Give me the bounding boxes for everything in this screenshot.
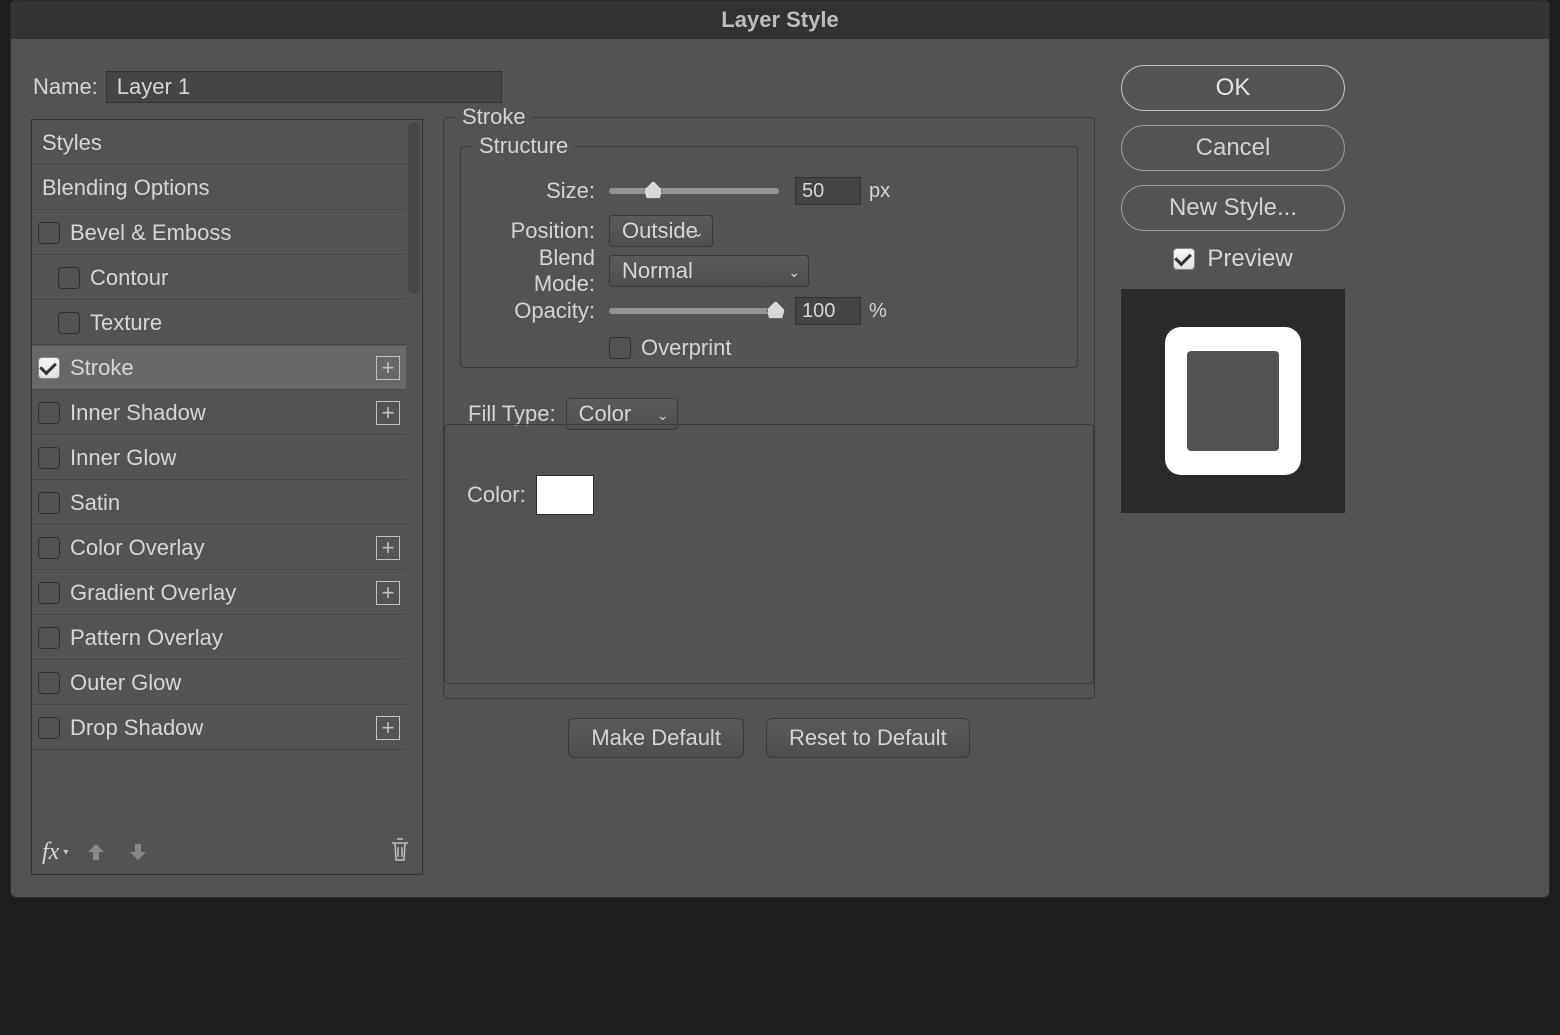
effect-label: Inner Glow bbox=[70, 445, 176, 471]
sidebar-item-contour[interactable]: Contour bbox=[32, 255, 406, 300]
overprint-label: Overprint bbox=[641, 335, 731, 361]
preview-shape bbox=[1165, 327, 1301, 475]
sidebar-item-color-overlay[interactable]: Color Overlay + bbox=[32, 525, 406, 570]
new-style-button[interactable]: New Style... bbox=[1121, 185, 1345, 231]
action-panel: OK Cancel New Style... Preview bbox=[1121, 65, 1345, 513]
sidebar-item-gradient-overlay[interactable]: Gradient Overlay + bbox=[32, 570, 406, 615]
sidebar-item-stroke[interactable]: Stroke + bbox=[32, 345, 406, 390]
effect-label: Stroke bbox=[70, 355, 134, 381]
fx-caret-icon: ▾ bbox=[63, 847, 68, 858]
ok-button[interactable]: OK bbox=[1121, 65, 1345, 111]
add-effect-icon[interactable]: + bbox=[376, 581, 400, 605]
color-label: Color: bbox=[467, 482, 526, 508]
move-down-icon[interactable] bbox=[124, 838, 152, 866]
dialog-title: Layer Style bbox=[11, 1, 1549, 39]
preview-label: Preview bbox=[1207, 245, 1292, 273]
sidebar-item-texture[interactable]: Texture bbox=[32, 300, 406, 345]
effect-label: Pattern Overlay bbox=[70, 625, 223, 651]
effect-checkbox[interactable] bbox=[38, 717, 60, 739]
effect-checkbox[interactable] bbox=[38, 672, 60, 694]
sidebar-item-bevel-emboss[interactable]: Bevel & Emboss bbox=[32, 210, 406, 255]
effect-label: Contour bbox=[90, 265, 168, 291]
stroke-settings-panel: Stroke Structure Size: px Position: Outs… bbox=[443, 117, 1095, 699]
blend-mode-dropdown[interactable]: Normal⌄ bbox=[609, 255, 809, 287]
position-dropdown[interactable]: Outside⌄ bbox=[609, 215, 713, 247]
color-swatch[interactable] bbox=[536, 475, 594, 515]
scrollbar-thumb[interactable] bbox=[408, 122, 420, 294]
layer-name-input[interactable] bbox=[106, 71, 502, 103]
add-effect-icon[interactable]: + bbox=[376, 401, 400, 425]
size-slider[interactable] bbox=[609, 188, 779, 194]
sidebar-item-outer-glow[interactable]: Outer Glow bbox=[32, 660, 406, 705]
structure-legend: Structure bbox=[473, 133, 574, 159]
size-input[interactable] bbox=[795, 177, 861, 205]
styles-scrollbar[interactable] bbox=[406, 120, 422, 830]
effect-checkbox[interactable] bbox=[38, 492, 60, 514]
effect-checkbox[interactable] bbox=[58, 312, 80, 334]
layer-style-dialog: Layer Style Name: Styles Blending Option… bbox=[10, 0, 1550, 898]
effect-checkbox[interactable] bbox=[58, 267, 80, 289]
styles-label: Styles bbox=[42, 130, 102, 156]
effect-label: Inner Shadow bbox=[70, 400, 206, 426]
sidebar-item-inner-glow[interactable]: Inner Glow bbox=[32, 435, 406, 480]
preview-thumbnail bbox=[1121, 289, 1345, 513]
effect-checkbox[interactable] bbox=[38, 537, 60, 559]
preview-inner bbox=[1187, 351, 1279, 451]
effect-checkbox[interactable] bbox=[38, 627, 60, 649]
size-unit: px bbox=[869, 180, 890, 203]
sidebar-item-drop-shadow[interactable]: Drop Shadow + bbox=[32, 705, 406, 750]
effect-label: Drop Shadow bbox=[70, 715, 203, 741]
chevron-down-icon: ⌄ bbox=[657, 407, 669, 424]
opacity-slider[interactable] bbox=[609, 308, 779, 314]
blending-label: Blending Options bbox=[42, 175, 210, 201]
structure-group: Structure Size: px Position: Outside⌄ Bl… bbox=[460, 146, 1078, 368]
opacity-slider-handle[interactable] bbox=[767, 301, 785, 319]
preview-checkbox[interactable] bbox=[1173, 248, 1195, 270]
styles-list: Styles Blending Options Bevel & Emboss Co… bbox=[32, 120, 406, 830]
chevron-down-icon: ⌄ bbox=[692, 224, 704, 241]
effect-label: Texture bbox=[90, 310, 162, 336]
overprint-checkbox[interactable] bbox=[609, 337, 631, 359]
dialog-content: Name: Styles Blending Options Bevel & Em… bbox=[11, 39, 1549, 897]
opacity-unit: % bbox=[869, 300, 887, 323]
effect-checkbox[interactable] bbox=[38, 402, 60, 424]
add-effect-icon[interactable]: + bbox=[376, 356, 400, 380]
size-label: Size: bbox=[477, 178, 595, 204]
position-label: Position: bbox=[477, 218, 595, 244]
make-default-button[interactable]: Make Default bbox=[568, 718, 744, 758]
styles-footer: fx ▾ bbox=[32, 830, 422, 874]
effect-label: Gradient Overlay bbox=[70, 580, 236, 606]
effect-checkbox[interactable] bbox=[38, 357, 60, 379]
reset-default-button[interactable]: Reset to Default bbox=[766, 718, 970, 758]
fx-menu-icon[interactable]: fx bbox=[42, 839, 59, 866]
sidebar-item-pattern-overlay[interactable]: Pattern Overlay bbox=[32, 615, 406, 660]
blend-mode-label: Blend Mode: bbox=[477, 245, 595, 297]
fill-group: Color: bbox=[444, 424, 1094, 684]
trash-icon[interactable] bbox=[388, 836, 412, 869]
stroke-legend: Stroke bbox=[456, 104, 532, 130]
effect-label: Color Overlay bbox=[70, 535, 204, 561]
sidebar-item-styles[interactable]: Styles bbox=[32, 120, 406, 165]
sidebar-item-blending-options[interactable]: Blending Options bbox=[32, 165, 406, 210]
add-effect-icon[interactable]: + bbox=[376, 536, 400, 560]
opacity-label: Opacity: bbox=[477, 298, 595, 324]
styles-list-panel: Styles Blending Options Bevel & Emboss Co… bbox=[31, 119, 423, 875]
effect-checkbox[interactable] bbox=[38, 582, 60, 604]
effect-label: Satin bbox=[70, 490, 120, 516]
chevron-down-icon: ⌄ bbox=[788, 264, 800, 281]
effect-label: Outer Glow bbox=[70, 670, 181, 696]
opacity-input[interactable] bbox=[795, 297, 861, 325]
cancel-button[interactable]: Cancel bbox=[1121, 125, 1345, 171]
move-up-icon[interactable] bbox=[82, 838, 110, 866]
sidebar-item-inner-shadow[interactable]: Inner Shadow + bbox=[32, 390, 406, 435]
add-effect-icon[interactable]: + bbox=[376, 716, 400, 740]
sidebar-item-satin[interactable]: Satin bbox=[32, 480, 406, 525]
effect-checkbox[interactable] bbox=[38, 222, 60, 244]
effect-checkbox[interactable] bbox=[38, 447, 60, 469]
effect-label: Bevel & Emboss bbox=[70, 220, 231, 246]
name-label: Name: bbox=[33, 74, 98, 100]
size-slider-handle[interactable] bbox=[644, 181, 662, 199]
